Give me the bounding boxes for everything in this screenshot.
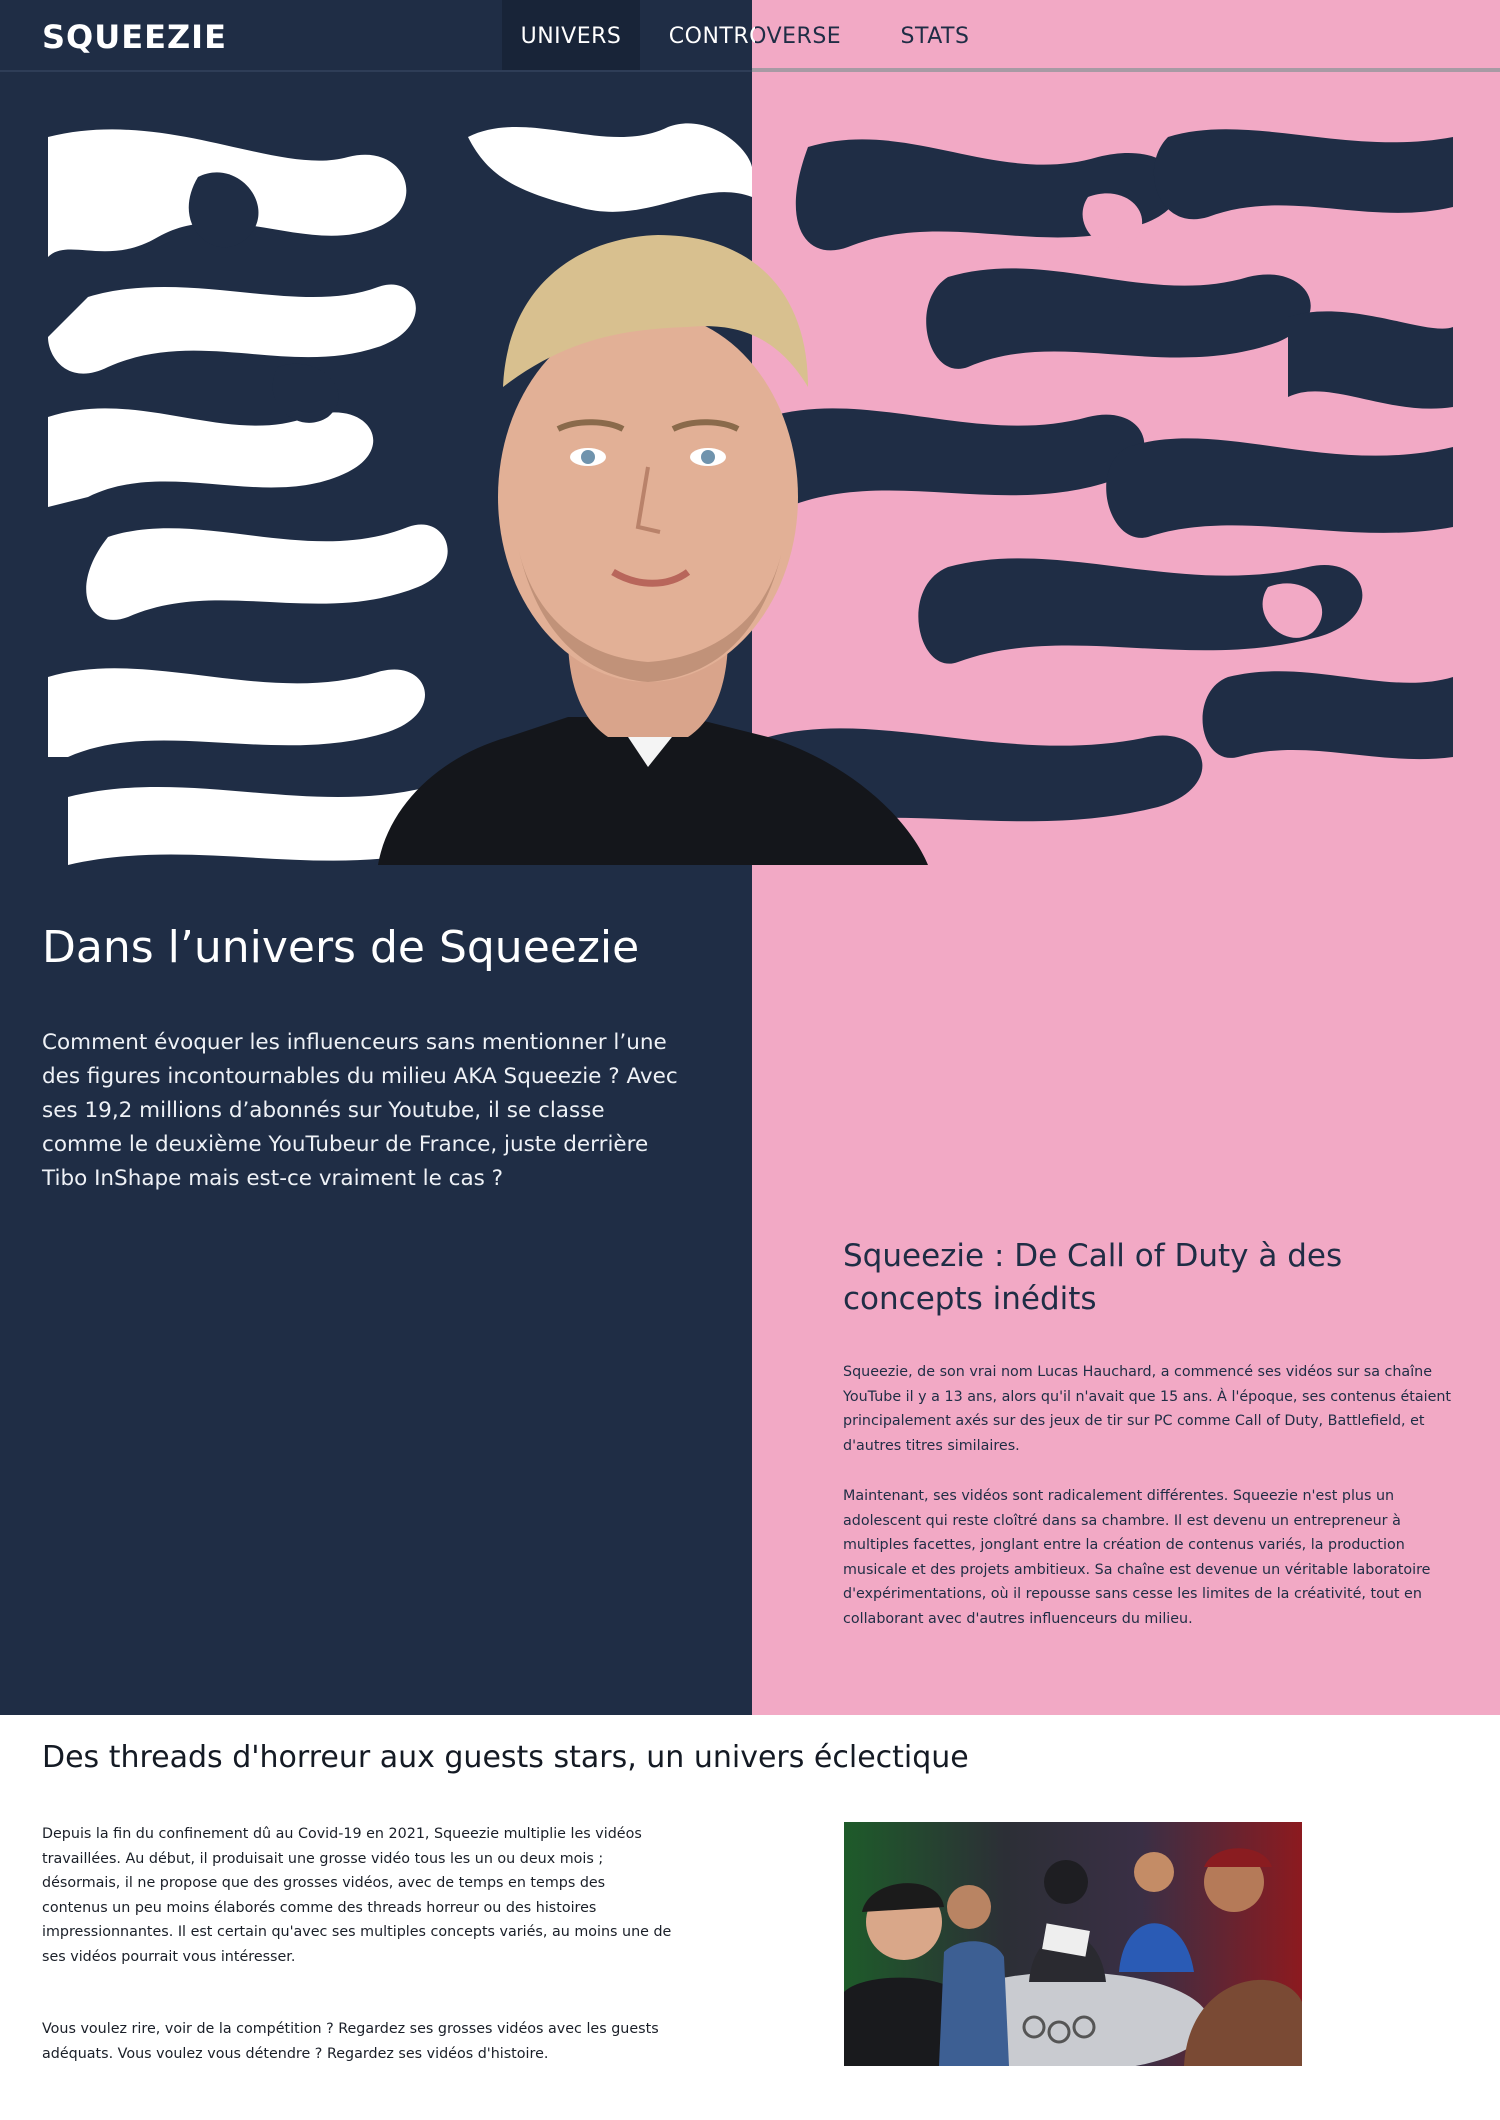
- nav-divider: [0, 70, 752, 72]
- intro-paragraph: Comment évoquer les influenceurs sans me…: [42, 1030, 678, 1191]
- section-paragraph: Squeezie, de son vrai nom Lucas Hauchard…: [843, 1364, 1452, 1454]
- section-paragraph: Vous voulez rire, voir de la compétition…: [42, 2021, 659, 2062]
- page-title: Dans l’univers de Squeezie: [42, 922, 640, 973]
- tab-controverse[interactable]: CONTROVERSE: [666, 0, 844, 70]
- tab-stats[interactable]: STATS: [880, 0, 990, 70]
- brand-logo[interactable]: SQUEEZIE: [42, 18, 227, 56]
- tab-univers[interactable]: UNIVERS: [502, 0, 640, 70]
- hero-image: [48, 117, 1453, 865]
- top-navigation: SQUEEZIE UNIVERS CONTROVERSE STATS: [0, 0, 1500, 72]
- tab-controverse-label: CONTROVERSE: [669, 0, 841, 74]
- section-paragraph: Depuis la fin du confinement dû au Covid…: [42, 1826, 672, 1965]
- section-paragraph: Maintenant, ses vidéos sont radicalement…: [843, 1488, 1431, 1627]
- nav-divider: [752, 68, 1500, 72]
- video-thumbnail[interactable]: [844, 1822, 1302, 2066]
- section-title: Squeezie : De Call of Duty à des concept…: [843, 1238, 1343, 1317]
- section-title: Des threads d'horreur aux guests stars, …: [42, 1740, 969, 1775]
